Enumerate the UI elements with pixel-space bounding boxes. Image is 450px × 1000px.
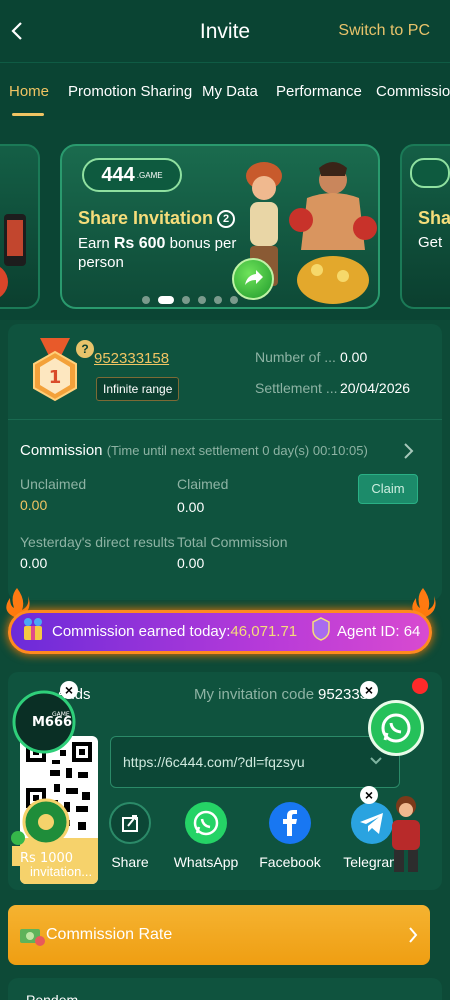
chevron-down-icon[interactable] <box>369 756 383 766</box>
whatsapp-float-button[interactable] <box>368 700 424 756</box>
help-icon[interactable]: ? <box>76 340 94 358</box>
tab-home[interactable]: Home <box>9 83 49 100</box>
partial-card-label: Pendem <box>26 992 79 1000</box>
carousel-dot[interactable] <box>230 296 238 304</box>
close-character-icon[interactable]: × <box>360 786 378 804</box>
banner-earn-text: Earn Rs 600 bonus per person <box>78 235 237 271</box>
banner-title: Share Invitation 2 <box>78 208 236 229</box>
hero-character-icon <box>392 796 420 872</box>
yesterday-results-value: 0.00 <box>20 555 48 571</box>
commission-earned-today: Commission earned today:46,071.71 <box>52 623 298 640</box>
invite-link-field[interactable]: https://6c444.com/?dl=fqzsyu <box>110 736 400 788</box>
character-promo-float[interactable] <box>380 790 432 876</box>
claim-button[interactable]: Claim <box>358 474 418 504</box>
total-commission-label: Total Commission <box>177 534 288 550</box>
tab-my-data[interactable]: My Data <box>202 83 258 100</box>
level-medal-icon: 1 <box>33 338 77 402</box>
commission-header[interactable]: Commission (Time until next settlement 0… <box>20 442 368 459</box>
bonus-wheel-icon: Rs 1000 <box>11 798 73 866</box>
share-arrow-icon <box>232 258 274 300</box>
tab-bar: Home Promotion Sharing My Data Performan… <box>0 62 450 120</box>
facebook-label: Facebook <box>259 854 321 870</box>
agent-summary-card: 1 ? 952333158 Infinite range Number of .… <box>8 324 442 600</box>
money-icon <box>20 929 45 946</box>
partial-card: Pendem <box>8 978 442 1000</box>
close-m666-icon[interactable]: × <box>60 681 78 699</box>
banner-carousel[interactable]: 444 .GAME Share Invitation 2 Earn Rs 600 b… <box>0 120 450 320</box>
unclaimed-label: Unclaimed <box>20 476 87 492</box>
whatsapp-float-icon <box>381 713 411 743</box>
gift-icon <box>24 618 42 640</box>
invite-page: Invite Switch to PC Home Promotion Shari… <box>0 0 450 1000</box>
whatsapp-share-button[interactable]: WhatsApp <box>171 802 241 870</box>
share-button[interactable]: Share <box>95 802 165 870</box>
facebook-share-button[interactable]: Facebook <box>255 802 325 870</box>
whatsapp-icon <box>185 802 227 844</box>
next-slide-title: Sha <box>418 208 450 228</box>
warrior-man-illustration <box>289 162 377 304</box>
commission-rate-label: Commission Rate <box>46 926 173 943</box>
banner-slide-share-invitation[interactable]: 444 .GAME Share Invitation 2 Earn Rs 600 b… <box>60 144 380 309</box>
chevron-right-icon[interactable] <box>402 442 414 460</box>
claimed-label: Claimed <box>177 476 229 492</box>
switch-to-pc-link[interactable]: Switch to PC <box>338 22 430 40</box>
banner-slide-prev[interactable] <box>0 144 40 309</box>
444-game-logo-small <box>410 158 450 188</box>
svg-text:GAME: GAME <box>52 711 70 718</box>
divider <box>8 419 442 420</box>
settlement-label: Settlement ... <box>255 380 338 396</box>
agent-uid[interactable]: 952333158 <box>94 350 169 367</box>
carousel-dot[interactable] <box>214 296 222 304</box>
invitation-code-label: My invitation code <box>194 686 315 703</box>
tab-performance[interactable]: Performance <box>276 83 362 100</box>
level-number: 1 <box>49 367 62 388</box>
commission-rate-row[interactable]: Commission Rate <box>8 905 430 965</box>
claimed-value: 0.00 <box>177 499 205 515</box>
tab-promotion-sharing[interactable]: Promotion Sharing <box>68 83 192 100</box>
facebook-icon <box>269 802 311 844</box>
number-label: Number of ... <box>255 349 336 365</box>
carousel-dots <box>142 296 238 304</box>
carousel-dot[interactable] <box>142 296 150 304</box>
next-slide-subtitle: Get <box>418 234 443 251</box>
bonus-amount: Rs 1000 <box>20 851 73 866</box>
number-value: 0.00 <box>340 349 368 365</box>
tab-commission[interactable]: Commissio <box>376 83 450 100</box>
yesterday-results-label: Yesterday's direct results <box>20 534 175 550</box>
close-whatsapp-icon[interactable]: × <box>360 681 378 699</box>
commission-today-banner: Commission earned today:46,071.71 Agent … <box>0 588 450 676</box>
fire-decoration <box>0 267 8 297</box>
range-badge: Infinite range <box>96 377 180 401</box>
notification-dot <box>412 678 428 694</box>
rs1000-bonus-float[interactable]: Rs 1000 <box>10 796 76 880</box>
unclaimed-value: 0.00 <box>20 497 48 513</box>
agent-shield-icon <box>312 617 330 641</box>
share-label: Share <box>111 854 149 870</box>
chevron-right-icon <box>409 927 418 943</box>
carousel-dot-active[interactable] <box>158 296 174 304</box>
total-commission-value: 0.00 <box>177 555 205 571</box>
carousel-dot[interactable] <box>182 296 190 304</box>
agent-id: Agent ID: 64 <box>337 623 421 640</box>
whatsapp-label: WhatsApp <box>173 854 239 870</box>
settlement-value: 20/04/2026 <box>340 380 411 396</box>
carousel-dot[interactable] <box>198 296 206 304</box>
top-bar: Invite Switch to PC <box>0 0 450 62</box>
444-game-logo: 444 .GAME <box>82 158 182 192</box>
invite-link-text: https://6c444.com/?dl=fqzsyu <box>123 754 305 770</box>
share-icon <box>109 802 151 844</box>
active-tab-indicator <box>12 113 44 116</box>
banner-slide-next[interactable]: Sha Get <box>400 144 450 309</box>
